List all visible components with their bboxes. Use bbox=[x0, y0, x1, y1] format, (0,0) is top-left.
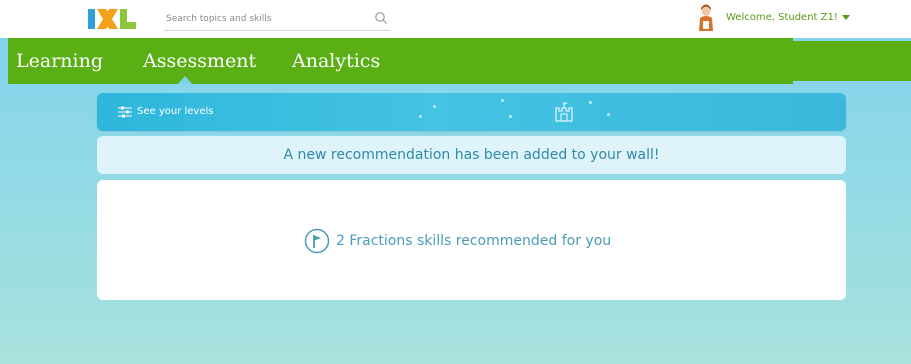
sparkle-decoration bbox=[501, 99, 504, 102]
sparkle-decoration bbox=[433, 105, 436, 108]
ixl-logo[interactable] bbox=[88, 6, 148, 32]
sparkle-decoration bbox=[607, 113, 610, 116]
avatar-icon[interactable] bbox=[697, 4, 715, 32]
castle-icon bbox=[555, 102, 573, 122]
search-input[interactable] bbox=[166, 10, 356, 28]
search-icon[interactable] bbox=[374, 11, 388, 25]
tab-analytics[interactable]: Analytics bbox=[292, 50, 380, 72]
top-header: Welcome, Student Z1! bbox=[0, 0, 911, 38]
sparkle-decoration bbox=[589, 101, 592, 104]
nav-extension bbox=[793, 41, 911, 81]
recommendation-card: 2 Fractions skills recommended for you bbox=[97, 180, 846, 300]
main-nav: Learning Assessment Analytics bbox=[8, 38, 793, 84]
sparkle-decoration bbox=[509, 115, 512, 118]
recommendation-text: 2 Fractions skills recommended for you bbox=[336, 233, 612, 249]
sparkle-decoration bbox=[419, 115, 422, 118]
chevron-down-icon bbox=[841, 14, 850, 20]
recommendation-link[interactable]: 2 Fractions skills recommended for you bbox=[304, 228, 611, 254]
flag-icon bbox=[304, 228, 330, 254]
see-levels-label: See your levels bbox=[137, 106, 214, 117]
sliders-icon bbox=[118, 106, 132, 118]
user-menu[interactable]: Welcome, Student Z1! bbox=[726, 12, 850, 23]
active-tab-indicator bbox=[178, 76, 192, 84]
recommendation-notice: A new recommendation has been added to y… bbox=[97, 136, 846, 174]
see-levels-banner[interactable]: See your levels bbox=[97, 93, 846, 131]
welcome-text: Welcome, Student Z1! bbox=[726, 12, 838, 23]
tab-learning[interactable]: Learning bbox=[16, 50, 103, 72]
tab-assessment[interactable]: Assessment bbox=[143, 50, 256, 72]
search-box[interactable] bbox=[164, 8, 390, 31]
